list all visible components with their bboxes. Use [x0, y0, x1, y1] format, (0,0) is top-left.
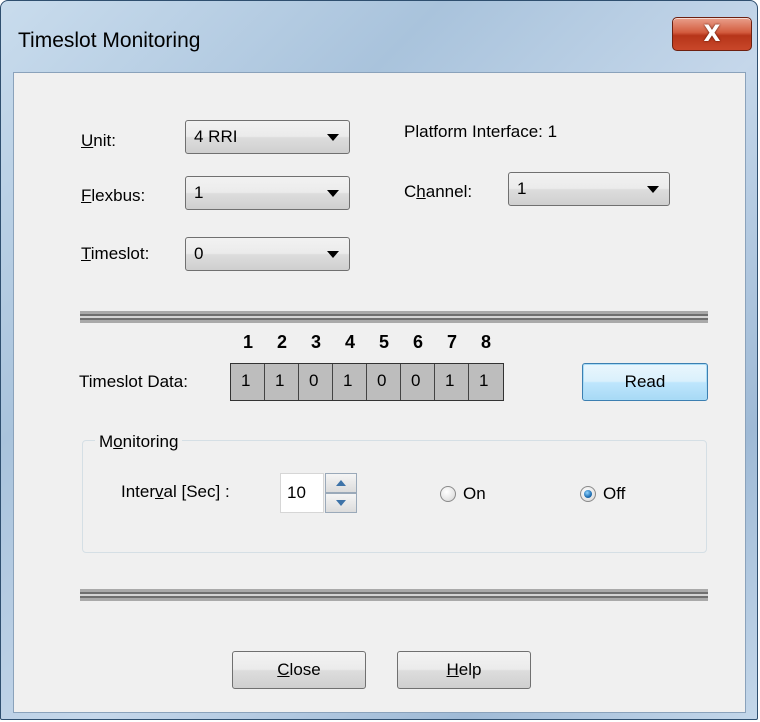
unit-dropdown[interactable]: 4 RRI — [185, 120, 350, 154]
timeslot-bits: 1 1 0 1 0 0 1 1 — [230, 363, 504, 401]
bit-number: 2 — [276, 332, 287, 352]
monitoring-group-title: Monitoring — [95, 432, 183, 452]
chevron-down-icon — [647, 186, 659, 193]
bit-value: 1 — [265, 364, 299, 400]
close-button[interactable]: Close — [232, 651, 366, 689]
arrow-up-icon — [336, 480, 346, 486]
channel-value: 1 — [517, 179, 527, 198]
chevron-down-icon — [327, 134, 339, 141]
bit-number: 7 — [446, 332, 457, 352]
monitoring-on-radio[interactable] — [440, 486, 456, 502]
chevron-down-icon — [327, 190, 339, 197]
monitoring-off-radio[interactable] — [580, 486, 596, 502]
bit-value: 1 — [333, 364, 367, 400]
unit-value: 4 RRI — [194, 127, 238, 146]
interval-value: 10 — [287, 483, 306, 502]
bit-value: 1 — [435, 364, 469, 400]
separator-bottom — [80, 589, 708, 601]
flexbus-dropdown[interactable]: 1 — [185, 176, 350, 210]
unit-label: Unit: — [81, 131, 116, 150]
timeslot-value: 0 — [194, 244, 204, 263]
arrow-down-icon — [336, 500, 346, 506]
spin-down-button[interactable] — [325, 493, 357, 513]
bit-number: 1 — [242, 332, 253, 352]
timeslot-dropdown[interactable]: 0 — [185, 237, 350, 271]
channel-dropdown[interactable]: 1 — [508, 172, 670, 206]
bit-value: 1 — [231, 364, 265, 400]
timeslot-label: Timeslot: — [81, 244, 150, 263]
interval-input[interactable]: 10 — [280, 473, 324, 513]
interval-spinner[interactable] — [325, 473, 357, 513]
bit-value: 0 — [401, 364, 435, 400]
help-button[interactable]: Help — [397, 651, 531, 689]
bit-number: 3 — [310, 332, 321, 352]
close-icon: X — [703, 22, 721, 47]
window-title: Timeslot Monitoring — [18, 29, 201, 52]
flexbus-label: Flexbus: — [81, 186, 146, 205]
bit-number: 5 — [378, 332, 389, 352]
chevron-down-icon — [327, 251, 339, 258]
close-window-button[interactable]: X — [672, 17, 752, 51]
platform-interface-label: Platform Interface: 1 — [404, 122, 558, 141]
bit-value: 1 — [479, 371, 489, 390]
bit-value: 0 — [367, 364, 401, 400]
bit-number: 8 — [480, 332, 491, 352]
interval-label: Interval [Sec] : — [121, 482, 230, 501]
spin-up-button[interactable] — [325, 473, 357, 493]
flexbus-value: 1 — [194, 183, 204, 202]
timeslot-data-label: Timeslot Data: — [79, 372, 188, 391]
read-button[interactable]: Read — [582, 363, 708, 401]
bit-number: 4 — [344, 332, 355, 352]
monitoring-off-label: Off — [603, 484, 626, 503]
bit-value: 0 — [299, 364, 333, 400]
channel-label: Channel: — [404, 182, 473, 201]
bit-number: 6 — [412, 332, 423, 352]
separator-top — [80, 311, 708, 323]
monitoring-on-label: On — [463, 484, 486, 503]
